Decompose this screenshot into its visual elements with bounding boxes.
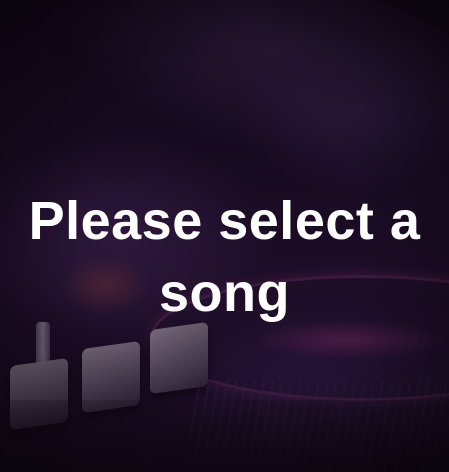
mixer-fader-2 xyxy=(82,340,140,414)
select-song-message: Please select a song xyxy=(28,191,421,323)
mixer-fader-3 xyxy=(150,321,208,395)
song-selection-screen: Please select a song xyxy=(0,0,449,472)
mixer-button-grid xyxy=(190,380,449,472)
mixer-fader-1 xyxy=(10,357,68,431)
dj-hand-shape xyxy=(50,0,449,179)
deck-base xyxy=(0,400,449,472)
